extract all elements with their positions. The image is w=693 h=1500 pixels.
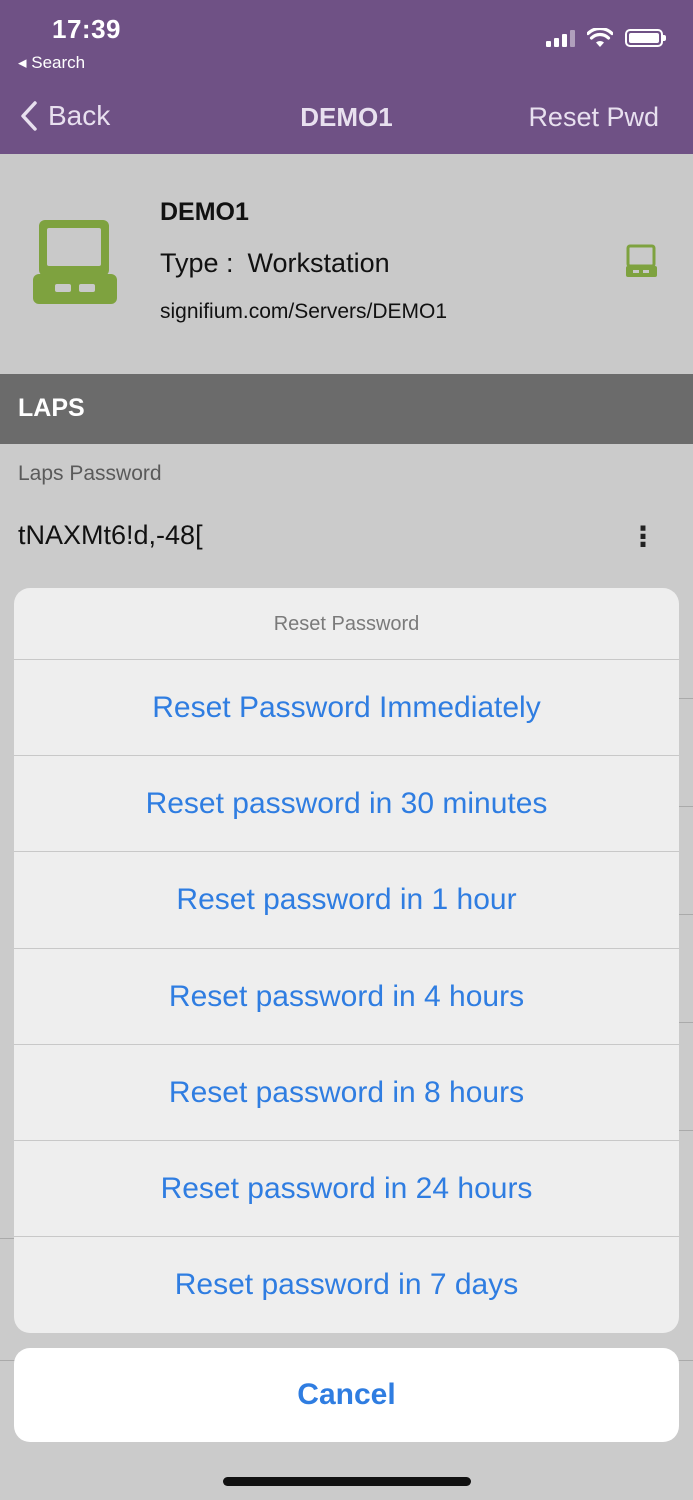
divider [679, 1022, 693, 1023]
reset-24-hours-option[interactable]: Reset password in 24 hours [14, 1141, 679, 1238]
device-path: signifium.com/Servers/DEMO1 [160, 300, 448, 323]
reset-password-action-sheet: Reset Password Reset Password Immediatel… [14, 588, 679, 1333]
status-time: 17:39 [52, 14, 121, 44]
device-type-label: Type : [160, 248, 234, 278]
navigation-bar: 17:39 ◂ Search Back DEMO1 Reset Pwd [0, 0, 693, 154]
device-card: DEMO1 Type : Workstation signifium.com/Se… [0, 154, 693, 374]
reset-30-minutes-option[interactable]: Reset password in 30 minutes [14, 756, 679, 853]
reset-8-hours-option[interactable]: Reset password in 8 hours [14, 1045, 679, 1141]
divider [679, 914, 693, 915]
computer-icon [33, 220, 117, 304]
laps-password-label: Laps Password [18, 462, 162, 485]
more-options-icon[interactable]: ⋮ [629, 520, 657, 553]
computer-small-icon[interactable] [625, 244, 659, 278]
divider [679, 1130, 693, 1131]
reset-4-hours-option[interactable]: Reset password in 4 hours [14, 949, 679, 1045]
action-sheet-title: Reset Password [14, 588, 679, 660]
wifi-icon [587, 28, 613, 47]
status-back-to-app[interactable]: ◂ Search [18, 53, 85, 73]
reset-1-hour-option[interactable]: Reset password in 1 hour [14, 852, 679, 949]
divider [0, 1238, 14, 1239]
divider [679, 698, 693, 699]
cellular-signal-icon [546, 29, 575, 47]
reset-immediately-option[interactable]: Reset Password Immediately [14, 660, 679, 757]
status-icons [546, 28, 666, 48]
reset-7-days-option[interactable]: Reset password in 7 days [14, 1237, 679, 1333]
laps-section-header: LAPS [0, 374, 693, 444]
battery-icon [625, 29, 666, 47]
cancel-button[interactable]: Cancel [14, 1348, 679, 1442]
device-name: DEMO1 [160, 198, 249, 226]
device-type: Type : Workstation [160, 248, 390, 279]
section-title: LAPS [18, 394, 85, 422]
device-type-value: Workstation [247, 248, 390, 278]
home-indicator[interactable] [223, 1477, 471, 1486]
divider [679, 806, 693, 807]
laps-password-value: tNAXMt6!d,-48[ [18, 520, 203, 550]
reset-pwd-button[interactable]: Reset Pwd [528, 102, 659, 133]
